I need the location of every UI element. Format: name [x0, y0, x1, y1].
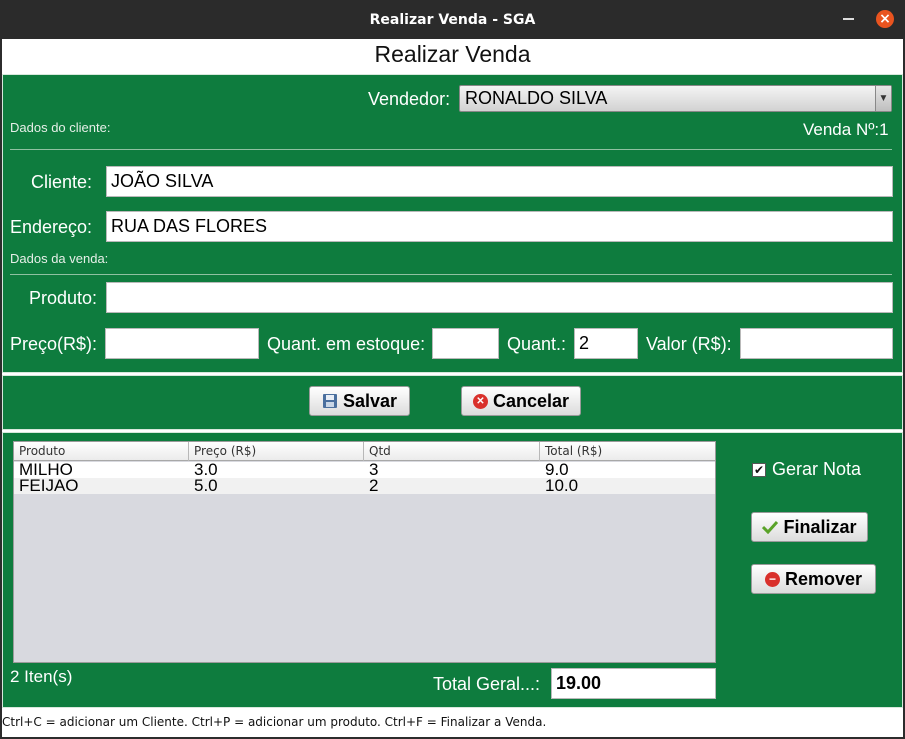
column-header[interactable]: Total (R$)	[540, 442, 715, 461]
column-header[interactable]: Produto	[14, 442, 189, 461]
valor-field[interactable]	[740, 328, 893, 359]
table-row[interactable]: FEIJAO 5.0 2 10.0	[14, 476, 715, 495]
vendedor-selected-value: RONALDO SILVA	[465, 88, 608, 108]
sale-window: Realizar Venda Vendedor: RONALDO SILVA ▼…	[2, 39, 903, 737]
cliente-label: Cliente:	[31, 172, 93, 192]
cancel-icon: ✕	[472, 393, 488, 409]
column-header[interactable]: Qtd	[364, 442, 540, 461]
cancelar-label: Cancelar	[492, 390, 570, 411]
chevron-down-icon[interactable]: ▼	[875, 86, 891, 111]
gerar-nota-checkbox[interactable]: ✔	[752, 463, 766, 477]
table-cell: FEIJAO	[19, 476, 79, 495]
salvar-label: Salvar	[342, 390, 398, 411]
title-bar: Realizar Venda - SGA ×	[0, 0, 905, 39]
close-icon[interactable]: ×	[876, 10, 894, 28]
total-field[interactable]: 19.00	[551, 668, 716, 699]
venda-numero: Venda Nº:1	[803, 120, 889, 139]
table-cell: 2	[369, 476, 379, 495]
remover-label: Remover	[784, 568, 863, 589]
floppy-icon	[322, 394, 337, 408]
remover-button[interactable]: − Remover	[751, 564, 876, 594]
table-row[interactable]: MILHO 3.0 3 9.0	[14, 461, 715, 478]
endereco-field[interactable]: RUA DAS FLORES	[106, 211, 893, 242]
endereco-label: Endereço:	[10, 217, 93, 237]
preco-field[interactable]	[105, 328, 259, 359]
salvar-button[interactable]: Salvar	[309, 386, 410, 416]
vendedor-select[interactable]: RONALDO SILVA ▼	[459, 85, 892, 112]
items-panel: Produto Preço (R$) Qtd Total (R$) MILHO …	[2, 432, 903, 708]
quant-label: Quant.:	[507, 334, 567, 354]
valor-label: Valor (R$):	[646, 334, 732, 354]
column-header[interactable]: Preço (R$)	[189, 442, 364, 461]
item-count: 2 Iten(s)	[10, 667, 73, 686]
remove-icon: −	[764, 571, 780, 587]
shortcuts-hint: Ctrl+C = adicionar um Cliente. Ctrl+P = …	[2, 709, 903, 737]
produto-field[interactable]	[106, 282, 893, 313]
check-icon	[762, 520, 779, 534]
estoque-field[interactable]	[432, 328, 499, 359]
table-cell: 10.0	[545, 476, 579, 495]
divider	[10, 274, 892, 275]
finalizar-button[interactable]: Finalizar	[751, 512, 868, 542]
window-title: Realizar Venda - SGA	[369, 12, 536, 28]
gerar-nota-label: Gerar Nota	[772, 459, 862, 479]
divider	[10, 149, 892, 150]
vendedor-label: Vendedor:	[368, 89, 451, 109]
quant-field[interactable]: 2	[574, 328, 638, 359]
table-header: Produto Preço (R$) Qtd Total (R$)	[14, 442, 715, 461]
produto-label: Produto:	[29, 288, 98, 308]
finalizar-label: Finalizar	[783, 516, 857, 537]
cancelar-button[interactable]: ✕ Cancelar	[461, 386, 581, 416]
minimize-icon[interactable]	[843, 18, 854, 20]
estoque-label: Quant. em estoque:	[267, 334, 426, 354]
actions-panel: Salvar ✕ Cancelar	[2, 375, 903, 430]
cliente-field[interactable]: JOÃO SILVA	[106, 166, 893, 197]
sale-form-panel: Vendedor: RONALDO SILVA ▼ Dados do clien…	[2, 74, 903, 373]
items-table[interactable]: Produto Preço (R$) Qtd Total (R$) MILHO …	[13, 441, 716, 663]
dados-cliente-label: Dados do cliente:	[10, 120, 111, 135]
total-label: Total Geral...:	[433, 674, 541, 694]
table-cell: 5.0	[194, 476, 218, 495]
page-title: Realizar Venda	[2, 39, 903, 73]
dados-venda-label: Dados da venda:	[10, 251, 109, 266]
preco-label: Preço(R$):	[10, 334, 98, 354]
